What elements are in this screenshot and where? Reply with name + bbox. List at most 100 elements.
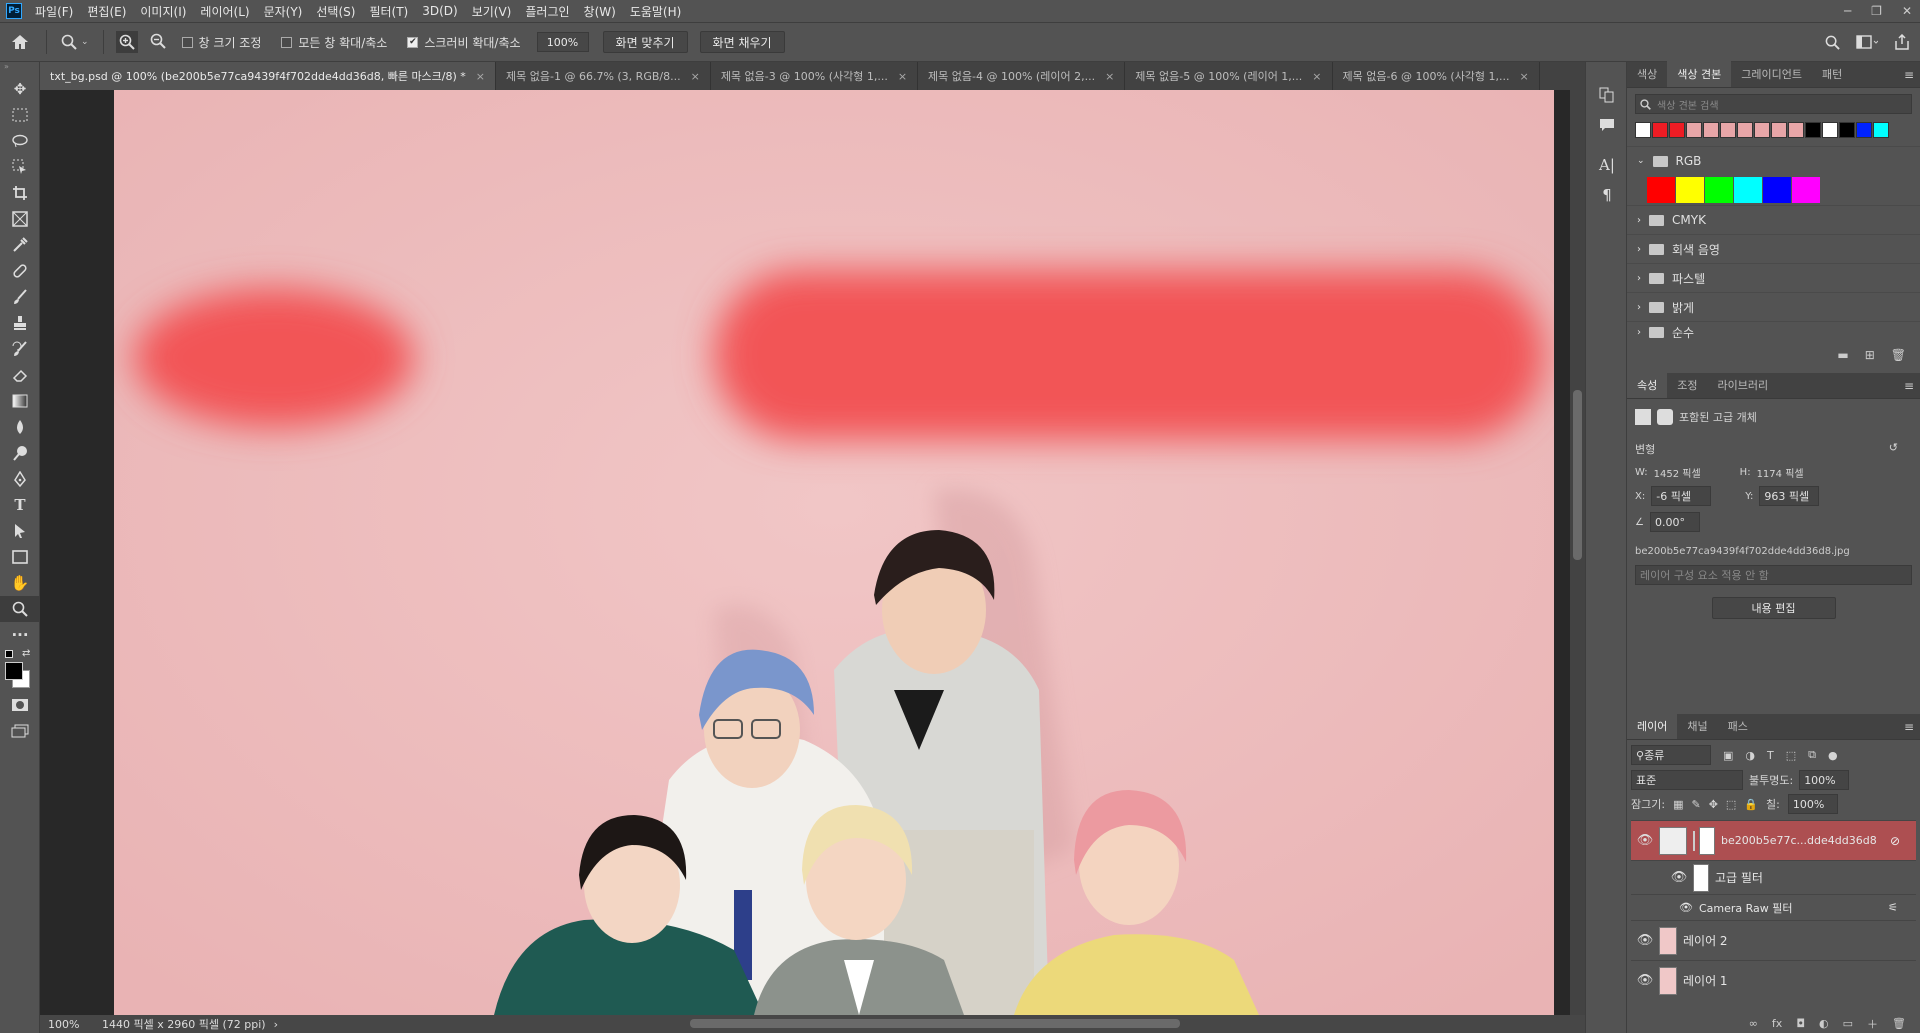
tab-adjustments[interactable]: 조정: [1667, 372, 1707, 398]
new-group-icon[interactable]: ▬: [1837, 348, 1848, 362]
recent-swatch[interactable]: [1703, 122, 1719, 138]
swatch-group-rgb[interactable]: ⌄ RGB: [1627, 146, 1920, 175]
lock-position-icon[interactable]: ✥: [1709, 798, 1718, 811]
path-selection-tool-icon[interactable]: [0, 518, 40, 544]
zoom-in-icon[interactable]: [115, 31, 138, 53]
mask-icon[interactable]: [1657, 409, 1673, 425]
tab-untitled-1[interactable]: 제목 없음-1 @ 66.7% (3, RGB/8... ×: [496, 62, 711, 90]
lasso-tool-icon[interactable]: [0, 128, 40, 154]
paragraph-panel-icon[interactable]: ¶: [1586, 180, 1628, 210]
close-tab-icon[interactable]: ×: [476, 70, 485, 83]
eyedropper-tool-icon[interactable]: [0, 232, 40, 258]
delete-icon[interactable]: 🗑: [1891, 348, 1906, 362]
tab-channels[interactable]: 채널: [1677, 713, 1717, 739]
layer-row-layer-1[interactable]: 👁 레이어 1: [1631, 960, 1916, 1000]
tab-paths[interactable]: 패스: [1718, 713, 1758, 739]
panel-menu-icon[interactable]: ≡: [1904, 379, 1914, 393]
recent-swatch[interactable]: [1635, 122, 1651, 138]
filter-options-icon[interactable]: ⚟: [1888, 901, 1898, 914]
menu-type[interactable]: 문자(Y): [257, 3, 310, 20]
menu-layer[interactable]: 레이어(L): [193, 3, 256, 20]
default-colors-icon[interactable]: [5, 650, 13, 658]
x-field[interactable]: -6 픽셀: [1651, 486, 1712, 506]
zoom-value-field[interactable]: 100%: [536, 32, 589, 52]
lock-all-icon[interactable]: 🔒: [1744, 798, 1758, 811]
comments-panel-icon[interactable]: [1586, 110, 1628, 140]
opacity-field[interactable]: 100%: [1799, 770, 1850, 790]
tab-swatches[interactable]: 색상 견본: [1667, 61, 1732, 87]
screen-mode-icon[interactable]: [0, 718, 40, 744]
more-tools-icon[interactable]: ···: [0, 622, 40, 648]
recent-swatch[interactable]: [1805, 122, 1821, 138]
recent-swatch[interactable]: [1720, 122, 1736, 138]
horizontal-scroll-thumb[interactable]: [690, 1019, 1180, 1028]
close-icon[interactable]: ✕: [1902, 4, 1912, 18]
close-tab-icon[interactable]: ×: [1312, 70, 1321, 83]
y-field[interactable]: 963 픽셀: [1759, 486, 1820, 506]
object-selection-tool-icon[interactable]: [0, 154, 40, 180]
layer-comp-select[interactable]: 레이어 구성 요소 적용 안 함: [1635, 565, 1912, 585]
visibility-eye-icon[interactable]: 👁: [1679, 901, 1693, 914]
dodge-tool-icon[interactable]: [0, 440, 40, 466]
recent-swatch[interactable]: [1788, 122, 1804, 138]
hand-tool-icon[interactable]: ✋: [0, 570, 40, 596]
swatch-green[interactable]: [1705, 177, 1733, 203]
fill-screen-button[interactable]: 화면 채우기: [699, 31, 785, 53]
swap-colors-icon[interactable]: ⇄: [22, 648, 30, 659]
fx-icon[interactable]: fx: [1772, 1017, 1782, 1030]
filter-smart-object-icon[interactable]: ⧉: [1808, 748, 1816, 762]
menu-file[interactable]: 파일(F): [28, 3, 80, 20]
recent-swatch[interactable]: [1822, 122, 1838, 138]
layer-row-smart-object[interactable]: 👁 be200b5e77c...dde4dd36d8 ⊘: [1631, 820, 1916, 860]
recent-swatch[interactable]: [1771, 122, 1787, 138]
swatch-group-grayscale[interactable]: › 회색 음영: [1627, 234, 1920, 263]
lock-transparent-icon[interactable]: ▦: [1673, 798, 1683, 811]
swatch-red[interactable]: [1647, 177, 1675, 203]
zoom-tool-preset-icon[interactable]: ⌄: [61, 34, 89, 50]
height-value[interactable]: 1174 픽셀: [1757, 465, 1804, 480]
visibility-eye-icon[interactable]: 👁: [1631, 933, 1659, 948]
tab-untitled-4[interactable]: 제목 없음-4 @ 100% (레이어 2,... ×: [918, 62, 1126, 90]
foreground-color-swatch[interactable]: [5, 662, 23, 680]
home-icon[interactable]: [0, 34, 40, 50]
zoom-all-windows-checkbox[interactable]: 모든 창 확대/축소: [281, 34, 387, 51]
brush-tool-icon[interactable]: [0, 284, 40, 310]
vertical-scrollbar[interactable]: [1570, 90, 1585, 1015]
visibility-eye-icon[interactable]: 👁: [1665, 870, 1693, 885]
recent-swatch[interactable]: [1669, 122, 1685, 138]
recent-swatch[interactable]: [1873, 122, 1889, 138]
menu-edit[interactable]: 편집(E): [80, 3, 133, 20]
tab-untitled-5[interactable]: 제목 없음-5 @ 100% (레이어 1,... ×: [1125, 62, 1333, 90]
crop-tool-icon[interactable]: [0, 180, 40, 206]
angle-field[interactable]: 0.00°: [1649, 512, 1700, 532]
filter-type-icon[interactable]: T: [1767, 749, 1774, 762]
status-menu-arrow[interactable]: ›: [274, 1018, 278, 1031]
layer-row-smart-filters[interactable]: 👁 고급 필터: [1631, 860, 1916, 894]
new-group-icon[interactable]: ▭: [1843, 1017, 1853, 1030]
filter-pixel-icon[interactable]: ▣: [1723, 749, 1733, 762]
resize-windows-checkbox[interactable]: 창 크기 조정: [181, 34, 261, 51]
link-layers-icon[interactable]: ∞: [1749, 1017, 1758, 1030]
tab-properties[interactable]: 속성: [1627, 372, 1668, 398]
width-value[interactable]: 1452 픽셀: [1654, 465, 1734, 480]
healing-brush-tool-icon[interactable]: [0, 258, 40, 284]
panel-menu-icon[interactable]: ≡: [1904, 68, 1914, 82]
recent-swatch[interactable]: [1652, 122, 1668, 138]
delete-layer-icon[interactable]: 🗑: [1892, 1017, 1906, 1030]
close-tab-icon[interactable]: ×: [691, 70, 700, 83]
photoshop-logo-icon[interactable]: Ps: [6, 3, 22, 19]
close-tab-icon[interactable]: ×: [898, 70, 907, 83]
history-brush-tool-icon[interactable]: [0, 336, 40, 362]
menu-3d[interactable]: 3D(D): [415, 4, 464, 18]
recent-swatch[interactable]: [1737, 122, 1753, 138]
recent-swatch[interactable]: [1856, 122, 1872, 138]
swatch-blue[interactable]: [1763, 177, 1791, 203]
tab-untitled-6[interactable]: 제목 없음-6 @ 100% (사각형 1,... ×: [1332, 62, 1540, 90]
gradient-tool-icon[interactable]: [0, 388, 40, 414]
type-tool-icon[interactable]: T: [0, 492, 40, 518]
filter-shape-icon[interactable]: ⬚: [1786, 749, 1796, 762]
layer-row-layer-2[interactable]: 👁 레이어 2: [1631, 920, 1916, 960]
status-zoom[interactable]: 100%: [48, 1018, 88, 1031]
history-panel-icon[interactable]: [1586, 80, 1628, 110]
minimize-icon[interactable]: ─: [1844, 4, 1851, 18]
